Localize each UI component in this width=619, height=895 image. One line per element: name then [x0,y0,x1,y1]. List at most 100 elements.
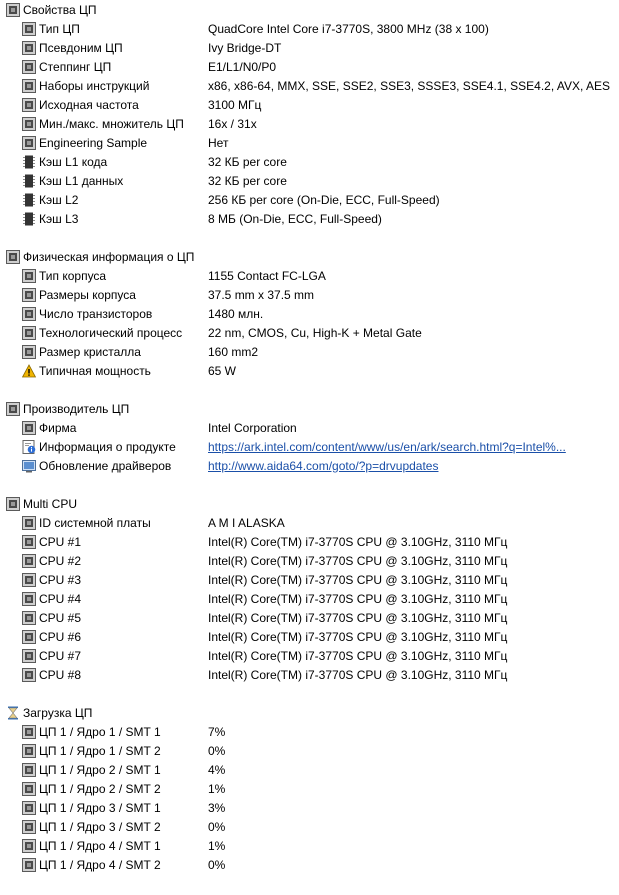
property-label: Число транзисторов [39,306,153,321]
section-header[interactable]: Производитель ЦП [0,399,619,418]
property-label: CPU #8 [39,667,82,682]
property-row[interactable]: Технологический процесс 22 nm, CMOS, Cu, … [0,323,619,342]
property-row[interactable]: CPU #8 Intel(R) Core(TM) i7-3770S CPU @ 3… [0,665,619,684]
property-label: ЦП 1 / Ядро 3 / SMT 2 [39,819,161,834]
property-value: 0% [208,819,226,834]
property-row[interactable]: ЦП 1 / Ядро 2 / SMT 1 4% [0,760,619,779]
property-label: CPU #7 [39,648,82,663]
property-row[interactable]: CPU #1 Intel(R) Core(TM) i7-3770S CPU @ 3… [0,532,619,551]
property-value: 7% [208,724,226,739]
property-row[interactable]: Степпинг ЦП E1/L1/N0/P0 [0,57,619,76]
property-row[interactable]: ЦП 1 / Ядро 1 / SMT 1 7% [0,722,619,741]
property-row[interactable]: ЦП 1 / Ядро 1 / SMT 2 0% [0,741,619,760]
memory-chip-icon [22,212,36,226]
cpu-chip-icon [22,344,36,359]
property-row[interactable]: CPU #7 Intel(R) Core(TM) i7-3770S CPU @ 3… [0,646,619,665]
property-row[interactable]: Кэш L3 8 МБ (On-Die, ECC, Full-Speed) [0,209,619,228]
property-value: Intel(R) Core(TM) i7-3770S CPU @ 3.10GHz… [208,629,508,644]
cpu-chip-icon [22,135,36,150]
cpu-chip-icon [22,287,36,302]
property-value: 32 КБ per core [208,154,287,169]
property-label: Размеры корпуса [39,287,136,302]
property-row[interactable]: Мин./макс. множитель ЦП 16x / 31x [0,114,619,133]
property-row[interactable]: ЦП 1 / Ядро 3 / SMT 1 3% [0,798,619,817]
property-row[interactable]: Тип ЦП QuadCore Intel Core i7-3770S, 3800… [0,19,619,38]
property-label: Фирма [39,420,77,435]
property-label: ЦП 1 / Ядро 2 / SMT 1 [39,762,161,777]
property-row[interactable]: CPU #6 Intel(R) Core(TM) i7-3770S CPU @ 3… [0,627,619,646]
cpu-chip-icon [22,97,36,112]
cpu-chip-icon [22,648,36,663]
property-row[interactable]: CPU #3 Intel(R) Core(TM) i7-3770S CPU @ 3… [0,570,619,589]
property-row[interactable]: ЦП 1 / Ядро 2 / SMT 2 1% [0,779,619,798]
property-row[interactable]: Информация о продукте https://ark.intel.c… [0,437,619,456]
property-label: CPU #3 [39,572,82,587]
cpu-chip-icon [22,572,36,587]
property-value: A M I ALASKA [208,515,285,530]
property-value: Intel(R) Core(TM) i7-3770S CPU @ 3.10GHz… [208,610,508,625]
memory-chip-icon [22,155,36,169]
property-row[interactable]: Кэш L2 256 КБ per core (On-Die, ECC, Full… [0,190,619,209]
property-row[interactable]: Фирма Intel Corporation [0,418,619,437]
property-row[interactable]: Engineering Sample Нет [0,133,619,152]
section-header[interactable]: Физическая информация о ЦП [0,247,619,266]
property-row[interactable]: Кэш L1 кода 32 КБ per core [0,152,619,171]
cpu-chip-icon [22,59,36,74]
property-value: 65 W [208,363,237,378]
property-value: 160 mm2 [208,344,259,359]
property-label: Степпинг ЦП [39,59,112,74]
property-row[interactable]: Число транзисторов 1480 млн. [0,304,619,323]
property-row[interactable]: CPU #2 Intel(R) Core(TM) i7-3770S CPU @ 3… [0,551,619,570]
section-header[interactable]: Свойства ЦП [0,0,619,19]
property-label: Технологический процесс [39,325,183,340]
property-row[interactable]: ЦП 1 / Ядро 4 / SMT 2 0% [0,855,619,874]
property-label: Псевдоним ЦП [39,40,123,55]
cpu-chip-icon [22,800,36,815]
section-header[interactable]: Загрузка ЦП [0,703,619,722]
section-header[interactable]: Multi CPU [0,494,619,513]
property-row[interactable]: ЦП 1 / Ядро 3 / SMT 2 0% [0,817,619,836]
section: Производитель ЦП Фирма Intel Corporation Ин… [0,399,619,494]
property-row[interactable]: Псевдоним ЦП Ivy Bridge-DT [0,38,619,57]
property-row[interactable]: Наборы инструкций x86, x86-64, MMX, SSE, … [0,76,619,95]
cpu-chip-icon [22,667,36,682]
property-value: QuadCore Intel Core i7-3770S, 3800 MHz (… [208,21,489,36]
property-row[interactable]: ЦП 1 / Ядро 4 / SMT 1 1% [0,836,619,855]
cpu-chip-icon [22,781,36,796]
property-row[interactable]: Типичная мощность 65 W [0,361,619,380]
section-title: Производитель ЦП [23,401,130,416]
property-label: CPU #6 [39,629,82,644]
section: Физическая информация о ЦП Тип корпуса 115… [0,247,619,399]
property-row[interactable]: Обновление драйверов http://www.aida64.co… [0,456,619,475]
property-value: 256 КБ per core (On-Die, ECC, Full-Speed… [208,192,440,207]
property-row[interactable]: Размер кристалла 160 mm2 [0,342,619,361]
property-link[interactable]: https://ark.intel.com/content/www/us/en/… [208,440,566,454]
cpu-chip-icon [22,724,36,739]
cpu-chip-icon [22,40,36,55]
property-value: 4% [208,762,226,777]
property-value: Intel(R) Core(TM) i7-3770S CPU @ 3.10GHz… [208,534,508,549]
memory-chip-icon [22,174,36,188]
property-link[interactable]: http://www.aida64.com/goto/?p=drvupdates [208,459,438,473]
property-row[interactable]: Кэш L1 данных 32 КБ per core [0,171,619,190]
property-label: Кэш L1 данных [39,173,124,188]
property-row[interactable]: CPU #5 Intel(R) Core(TM) i7-3770S CPU @ 3… [0,608,619,627]
property-row[interactable]: Исходная частота 3100 МГц [0,95,619,114]
property-label: ID системной платы [39,515,151,530]
property-label: ЦП 1 / Ядро 1 / SMT 1 [39,724,161,739]
section-title: Загрузка ЦП [23,705,93,720]
property-value: Intel(R) Core(TM) i7-3770S CPU @ 3.10GHz… [208,648,508,663]
property-row[interactable]: Тип корпуса 1155 Contact FC-LGA [0,266,619,285]
property-label: Мин./макс. множитель ЦП [39,116,184,131]
property-value: 16x / 31x [208,116,257,131]
cpu-chip-icon [22,743,36,758]
property-row[interactable]: Размеры корпуса 37.5 mm x 37.5 mm [0,285,619,304]
property-label: Информация о продукте [39,439,176,454]
property-row[interactable]: ID системной платы A M I ALASKA [0,513,619,532]
cpu-chip-icon [22,629,36,644]
property-row[interactable]: CPU #4 Intel(R) Core(TM) i7-3770S CPU @ 3… [0,589,619,608]
property-value: 1480 млн. [208,306,264,321]
cpu-chip-icon [22,78,36,93]
